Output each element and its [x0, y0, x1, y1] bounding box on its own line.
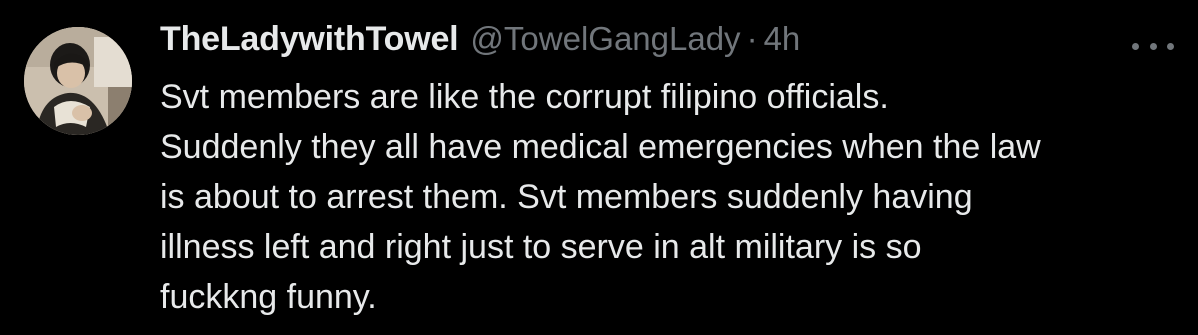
separator-dot: ·: [746, 20, 758, 57]
user-handle[interactable]: @TowelGangLady: [470, 20, 740, 58]
tweet-text-line: Suddenly they all have medical emergenci…: [160, 128, 1041, 166]
more-options-icon: [1132, 42, 1139, 50]
avatar[interactable]: [24, 27, 132, 135]
tweet-text-line: fuckkng funny.: [160, 278, 377, 316]
tweet-text-line: Svt members are like the corrupt filipin…: [160, 78, 889, 116]
tweet-text-line: is about to arrest them. Svt members sud…: [160, 178, 973, 216]
tweet-text: Svt members are like the corrupt filipin…: [160, 72, 1170, 322]
display-name[interactable]: TheLadywithTowel: [160, 20, 459, 59]
more-options-icon: [1167, 42, 1174, 50]
tweet-text-line: illness left and right just to serve in …: [160, 228, 922, 266]
profile-photo-icon: [24, 27, 132, 135]
tweet-header: TheLadywithTowel @TowelGangLady · 4h: [160, 20, 800, 68]
tweet-card[interactable]: TheLadywithTowel @TowelGangLady · 4h Svt…: [0, 0, 1198, 335]
more-options-button[interactable]: [1132, 36, 1174, 56]
timestamp[interactable]: 4h: [764, 20, 801, 58]
more-options-icon: [1149, 42, 1157, 50]
